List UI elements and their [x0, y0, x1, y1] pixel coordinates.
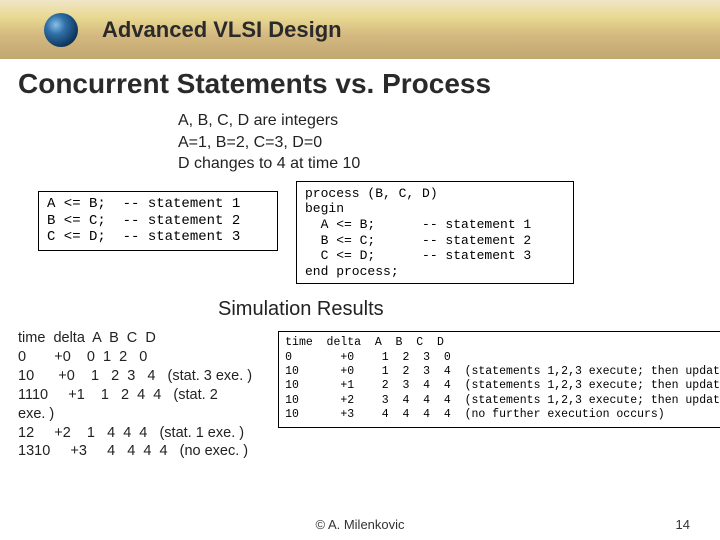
footer-author: © A. Milenkovic [315, 517, 404, 532]
results-row: time delta A B C D 0 +0 0 1 2 0 10 +0 1 … [18, 329, 702, 461]
process-results: time delta A B C D 0 +0 1 2 3 0 10 +0 1 … [278, 331, 720, 427]
concurrent-code-block: A <= B; -- statement 1 B <= C; -- statem… [38, 191, 278, 251]
intro-block: A, B, C, D are integers A=1, B=2, C=3, D… [178, 110, 702, 175]
slide-body: Concurrent Statements vs. Process A, B, … [0, 60, 720, 461]
simulation-results-heading: Simulation Results [218, 298, 702, 321]
slide-title: Concurrent Statements vs. Process [18, 68, 702, 100]
globe-icon [44, 13, 78, 47]
slide-header: Advanced VLSI Design [0, 0, 720, 60]
slide-footer: © A. Milenkovic 14 [0, 517, 720, 532]
course-title: Advanced VLSI Design [102, 17, 342, 43]
intro-line: A=1, B=2, C=3, D=0 [178, 132, 702, 154]
intro-line: D changes to 4 at time 10 [178, 153, 702, 175]
code-row: A <= B; -- statement 1 B <= C; -- statem… [18, 181, 702, 285]
process-code-block: process (B, C, D) begin A <= B; -- state… [296, 181, 574, 285]
footer-page-number: 14 [676, 517, 690, 532]
concurrent-results: time delta A B C D 0 +0 0 1 2 0 10 +0 1 … [18, 329, 252, 461]
intro-line: A, B, C, D are integers [178, 110, 702, 132]
